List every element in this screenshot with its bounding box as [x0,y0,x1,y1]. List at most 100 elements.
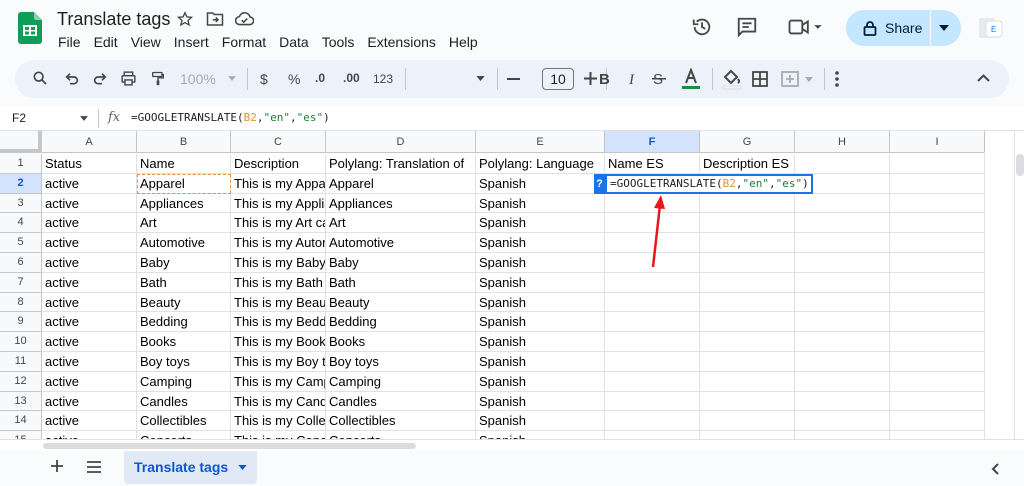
cell-h3[interactable] [795,193,890,214]
row-header[interactable]: 9 [0,312,42,333]
row-header[interactable]: 10 [0,332,42,352]
cell-d4[interactable]: Art [326,213,476,234]
cell-e4[interactable]: Spanish [476,213,605,234]
fill-color-icon[interactable] [722,68,742,90]
sheets-logo-icon[interactable] [18,12,42,44]
cell-b3[interactable]: Appliances [137,193,231,214]
cell-i2[interactable] [890,173,985,194]
bold-icon[interactable]: B [599,70,613,86]
cell-h13[interactable] [795,391,890,412]
strikethrough-icon[interactable]: S [652,70,666,86]
spreadsheet-grid[interactable]: ABCDEFGHI 1 Status Name Description Polylang… [0,131,1014,439]
zoom-dropdown-icon[interactable] [228,76,236,81]
cell-e9[interactable]: Spanish [476,312,605,333]
cell-i4[interactable] [890,213,985,234]
cell-i11[interactable] [890,352,985,372]
cell-i14[interactable] [890,411,985,432]
row-header[interactable]: 13 [0,391,42,412]
row-header[interactable]: 15 [0,431,42,439]
cell-e2[interactable]: Spanish [476,173,605,194]
row-header[interactable]: 12 [0,371,42,392]
cell-b11[interactable]: Boy toys [137,352,231,372]
cell-a1[interactable]: Status [42,154,137,174]
cell-a14[interactable]: active [42,411,137,432]
cell-b15[interactable]: Concerts [137,431,231,439]
cell-a2[interactable]: active [42,173,137,194]
select-all-corner[interactable] [0,131,42,153]
print-icon[interactable] [120,70,137,87]
cell-i15[interactable] [890,431,985,439]
cell-i13[interactable] [890,391,985,412]
cell-d12[interactable]: Camping [326,371,476,392]
row-header[interactable]: 4 [0,213,42,234]
cell-g11[interactable] [700,352,795,372]
formula-help-icon[interactable]: ? [594,174,605,194]
redo-icon[interactable] [92,71,108,87]
share-button[interactable]: Share [846,10,961,46]
cell-b12[interactable]: Camping [137,371,231,392]
decrease-decimal-button[interactable]: .0 [315,71,325,85]
vertical-scrollbar[interactable] [1014,131,1024,439]
column-header-c[interactable]: C [231,131,326,153]
text-color-icon[interactable] [681,68,701,90]
cell-a7[interactable]: active [42,272,137,293]
cell-h4[interactable] [795,213,890,234]
row-header[interactable]: 11 [0,352,42,372]
font-dropdown-icon[interactable] [476,76,485,81]
cell-i5[interactable] [890,233,985,253]
cell-e14[interactable]: Spanish [476,411,605,432]
cell-c5[interactable]: This is my Autom [231,233,326,253]
cell-i7[interactable] [890,272,985,293]
version-history-icon[interactable] [691,16,713,38]
cell-f8[interactable] [605,292,700,313]
share-dropdown-icon[interactable] [939,25,949,31]
cell-h14[interactable] [795,411,890,432]
cell-i6[interactable] [890,253,985,273]
cell-c12[interactable]: This is my Camp [231,371,326,392]
cell-f13[interactable] [605,391,700,412]
cell-a4[interactable]: active [42,213,137,234]
cell-f10[interactable] [605,332,700,352]
cell-c15[interactable]: This is my Conce [231,431,326,439]
column-header-f[interactable]: F [605,131,700,153]
cell-b10[interactable]: Books [137,332,231,352]
move-folder-icon[interactable] [206,11,224,27]
cell-c3[interactable]: This is my Applia [231,193,326,214]
row-header[interactable]: 14 [0,411,42,432]
cell-a6[interactable]: active [42,253,137,273]
cell-b5[interactable]: Automotive [137,233,231,253]
cell-d10[interactable]: Books [326,332,476,352]
menu-insert[interactable]: Insert [174,34,209,50]
merge-cells-icon[interactable] [781,71,815,87]
row-header[interactable]: 2 [0,173,42,194]
cell-a10[interactable]: active [42,332,137,352]
cell-g9[interactable] [700,312,795,333]
cell-c13[interactable]: This is my Candl [231,391,326,412]
cell-e10[interactable]: Spanish [476,332,605,352]
menu-tools[interactable]: Tools [322,34,355,50]
search-menus-icon[interactable] [32,70,48,86]
row-header[interactable]: 6 [0,253,42,273]
cell-g13[interactable] [700,391,795,412]
cell-e1[interactable]: Polylang: Language [476,154,605,174]
undo-icon[interactable] [64,71,80,87]
column-header-g[interactable]: G [700,131,795,153]
menu-data[interactable]: Data [279,34,309,50]
chevron-left-icon[interactable] [991,463,999,475]
cell-a12[interactable]: active [42,371,137,392]
cell-d11[interactable]: Boy toys [326,352,476,372]
cell-c8[interactable]: This is my Beaut [231,292,326,313]
cell-g10[interactable] [700,332,795,352]
comments-icon[interactable] [736,16,758,38]
cell-g15[interactable] [700,431,795,439]
column-header-a[interactable]: A [42,131,137,153]
cell-h15[interactable] [795,431,890,439]
cell-g7[interactable] [700,272,795,293]
column-header-e[interactable]: E [476,131,605,153]
cell-e5[interactable]: Spanish [476,233,605,253]
cell-g3[interactable] [700,193,795,214]
cell-g8[interactable] [700,292,795,313]
cell-b4[interactable]: Art [137,213,231,234]
name-box-dropdown-icon[interactable] [80,116,88,121]
cell-e13[interactable]: Spanish [476,391,605,412]
